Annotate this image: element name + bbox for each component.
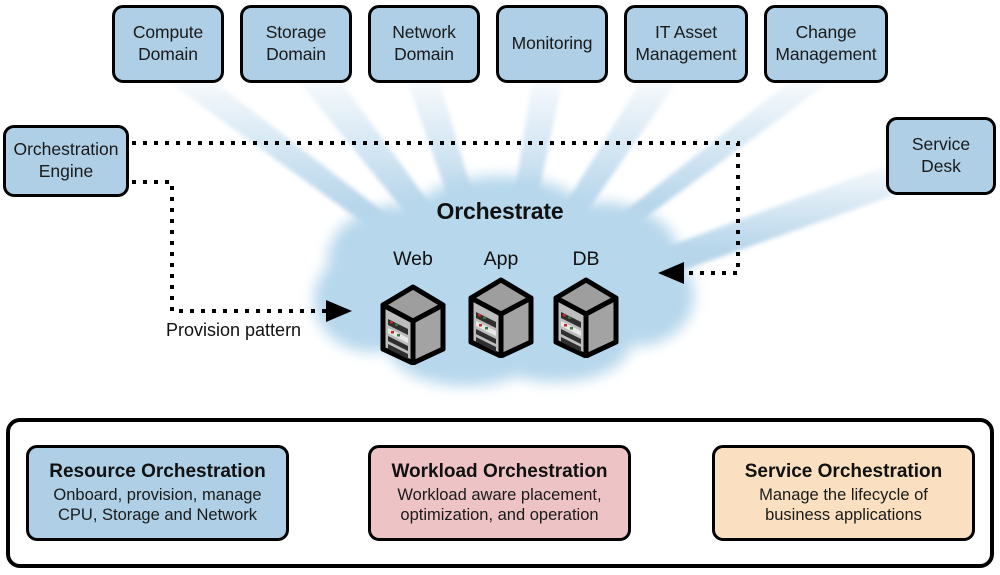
pillar-resource-orchestration[interactable]: Resource Orchestration Onboard, provisio…: [26, 445, 289, 541]
side-box-label-line2: Desk: [921, 156, 961, 176]
arrow-head-into-cloud-right: [658, 262, 684, 284]
top-box-label-line1: Storage: [265, 22, 327, 43]
top-box-network-domain[interactable]: Network Domain: [368, 5, 480, 83]
pillar-title: Service Orchestration: [744, 460, 943, 482]
pillar-service-orchestration[interactable]: Service Orchestration Manage the lifecyc…: [712, 445, 975, 541]
top-box-label-line1: IT Asset: [654, 22, 718, 43]
diagram-canvas: Compute Domain Storage Domain Network Do…: [0, 0, 1000, 575]
pillar-sub-line1: Onboard, provision, manage: [53, 485, 262, 504]
pillar-sub-line2: business applications: [765, 506, 922, 525]
pillar-title: Workload Orchestration: [391, 460, 608, 482]
pillar-sub-line1: Manage the lifecycle of: [759, 485, 928, 504]
pillar-sub-line1: Workload aware placement,: [397, 485, 602, 504]
top-box-change-management[interactable]: Change Management: [764, 5, 888, 83]
pillar-workload-orchestration[interactable]: Workload Orchestration Workload aware pl…: [368, 445, 631, 541]
side-box-label-line1: Orchestration: [13, 139, 119, 160]
pillar-title: Resource Orchestration: [49, 460, 266, 482]
top-box-monitoring[interactable]: Monitoring: [496, 5, 608, 83]
top-box-label-line2: Domain: [138, 44, 198, 64]
arrow-head-into-cloud-left: [326, 300, 352, 322]
provision-pattern-label: Provision pattern: [166, 320, 302, 340]
top-box-label-line1: Monitoring: [511, 33, 593, 54]
server-icon-web: [380, 284, 446, 365]
top-box-compute-domain[interactable]: Compute Domain: [112, 5, 224, 83]
side-box-service-desk[interactable]: Service Desk: [886, 117, 996, 195]
server-label-web: Web: [393, 248, 433, 270]
top-box-label-line1: Network: [392, 22, 456, 43]
side-box-orchestration-engine[interactable]: Orchestration Engine: [3, 125, 129, 197]
top-box-label-line2: Domain: [394, 44, 454, 64]
top-box-label-line2: Management: [775, 44, 877, 64]
top-box-label-line2: Domain: [266, 44, 326, 64]
top-box-it-asset-management[interactable]: IT Asset Management: [624, 5, 748, 83]
side-box-label-line2: Engine: [38, 161, 94, 181]
server-icon-app: [468, 277, 534, 358]
pillar-sub-line2: CPU, Storage and Network: [57, 506, 257, 525]
top-box-label-line1: Compute: [132, 22, 204, 43]
top-box-label-line2: Management: [635, 44, 737, 64]
top-box-storage-domain[interactable]: Storage Domain: [240, 5, 352, 83]
side-box-label-line1: Service: [911, 134, 971, 155]
cloud-title: Orchestrate: [436, 198, 564, 224]
server-icon-db: [553, 277, 619, 358]
pillar-sub-line2: optimization, and operation: [400, 506, 599, 525]
top-box-label-line1: Change: [795, 22, 857, 43]
